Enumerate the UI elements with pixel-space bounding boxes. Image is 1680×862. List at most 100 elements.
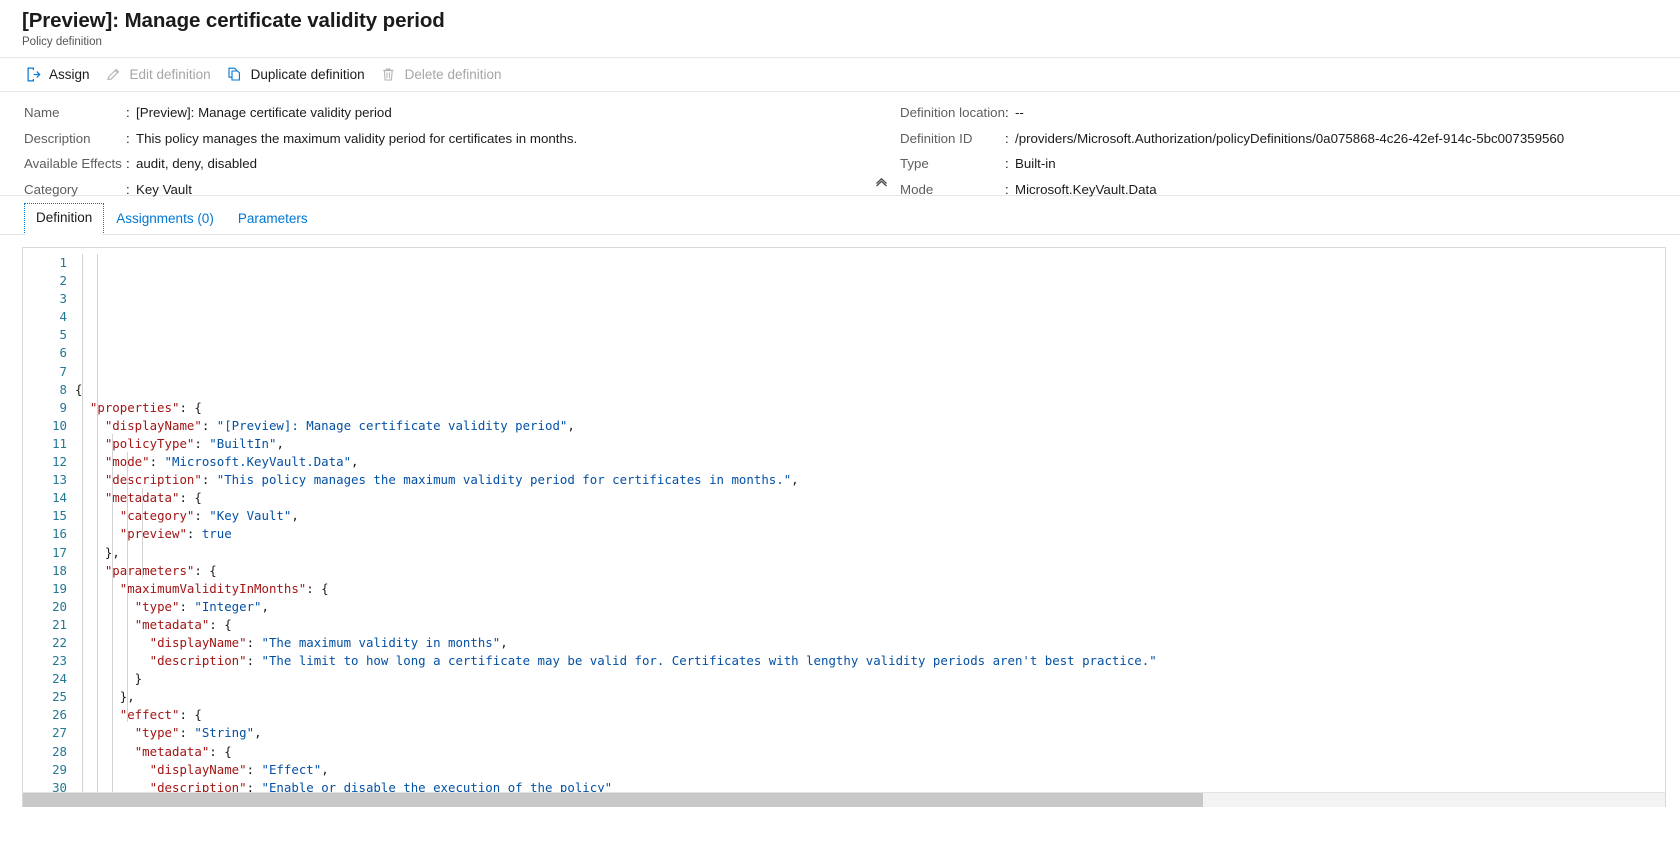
editor-line-number: 12 [52,454,67,470]
essentials-right-column: Definition location : -- Definition ID :… [900,103,1680,205]
editor-scrollbar-thumb[interactable] [23,793,1203,807]
tab-assignments[interactable]: Assignments (0) [104,204,226,235]
code-token: , [276,435,284,451]
editor-code-line[interactable]: "metadata": { [75,489,1665,507]
page-header: [Preview]: Manage certificate validity p… [0,0,1680,58]
duplicate-icon [226,66,244,84]
code-token: "preview" [119,526,187,542]
duplicate-definition-button[interactable]: Duplicate definition [222,58,376,91]
editor-line-number: 22 [52,634,67,650]
editor-code-line[interactable]: "description": "The limit to how long a … [75,652,1665,670]
tab-parameters[interactable]: Parameters [226,204,320,235]
code-token: "Microsoft.KeyVault.Data" [164,454,352,470]
code-token: "Key Vault" [209,508,292,524]
essentials-key-definition-id: Definition ID [900,130,973,146]
editor-code-line[interactable]: "effect": { [75,706,1665,724]
editor-code-line[interactable]: "displayName": "[Preview]: Manage certif… [75,417,1665,435]
editor-horizontal-scrollbar[interactable] [23,792,1665,807]
editor-code-line[interactable]: "description": "This policy manages the … [75,471,1665,489]
code-token: , [791,472,799,488]
tab-parameters-label: Parameters [237,211,308,226]
editor-code-line[interactable]: }, [75,688,1665,706]
editor-code-line[interactable]: "displayName": "The maximum validity in … [75,634,1665,652]
duplicate-definition-button-label: Duplicate definition [250,66,365,82]
editor-code-line[interactable]: "mode": "Microsoft.KeyVault.Data", [75,453,1665,471]
code-token: "parameters" [104,562,195,578]
editor-code-line[interactable]: "preview": true [75,525,1665,543]
essentials-key-type: Type [900,156,929,171]
pencil-icon [105,66,123,84]
code-token: , [351,454,359,470]
editor-line-number: 17 [52,544,67,560]
editor-line-number: 7 [59,363,67,379]
editor-line-number: 28 [52,743,67,759]
editor-code-line[interactable]: "metadata": { [75,743,1665,761]
editor-line-number: 13 [52,472,67,488]
essentials-row-type: Type : Built-in [900,154,1680,180]
editor-line-number: 26 [52,707,67,723]
editor-code-area[interactable]: { "properties": { "displayName": "[Previ… [75,248,1665,807]
essentials-left-column: Name : [Preview]: Manage certificate val… [0,103,900,205]
code-token: , [321,761,329,777]
trash-icon [380,66,398,84]
editor-line-number: 8 [59,381,67,397]
editor-code-line[interactable]: { [75,381,1665,399]
code-token: : [201,417,217,433]
editor-line-number: 19 [52,580,67,596]
editor-line-number: 25 [52,689,67,705]
editor-line-number: 5 [59,327,67,343]
code-token: "description" [104,472,202,488]
essentials-colon: : [1005,156,1009,171]
essentials-collapse-button[interactable] [872,175,890,191]
editor-code-line[interactable]: "type": "Integer", [75,598,1665,616]
edit-definition-button-label: Edit definition [129,66,211,82]
code-token: : { [194,562,217,578]
code-token: "The limit to how long a certificate may… [261,653,1157,669]
assign-button[interactable]: Assign [20,58,101,91]
editor-code-line[interactable]: "category": "Key Vault", [75,507,1665,525]
edit-definition-button[interactable]: Edit definition [101,58,222,91]
tab-definition[interactable]: Definition [24,203,105,235]
editor-code-line[interactable]: } [75,670,1665,688]
tab-definition-label: Definition [36,210,93,225]
essentials-key-description: Description [24,130,91,146]
essentials-colon: : [126,105,130,120]
code-token: , [567,417,575,433]
essentials-value-type: Built-in [1015,156,1056,171]
editor-code-line[interactable]: "policyType": "BuiltIn", [75,435,1665,453]
editor-code-line[interactable]: }, [75,544,1665,562]
editor-code-line[interactable]: "metadata": { [75,616,1665,634]
code-token: "description" [149,653,247,669]
code-token: : [194,508,210,524]
code-token: "metadata" [134,616,210,632]
command-bar: Assign Edit definition Duplicate definit… [0,58,1680,92]
code-token: : [194,435,210,451]
essentials-row-definition-id: Definition ID : /providers/Microsoft.Aut… [900,129,1680,155]
code-token: , [261,598,269,614]
editor-line-number: 14 [52,490,67,506]
editor-code-line[interactable]: "maximumValidityInMonths": { [75,580,1665,598]
editor-code-line[interactable]: "type": "String", [75,724,1665,742]
code-token: : { [209,616,232,632]
editor-code-line[interactable]: "parameters": { [75,562,1665,580]
policy-json-editor[interactable]: 1 2 3 4 5 6 7 8 9 10 11 12 13 14 15 16 17 18 19 20 21 22 23 24 2… [22,247,1666,807]
delete-definition-button[interactable]: Delete definition [376,58,513,91]
tab-assignments-label: Assignments (0) [116,211,214,226]
editor-line-numbers: 1 2 3 4 5 6 7 8 9 10 11 12 13 14 15 16 17 18 19 20 21 22 23 24 2… [23,248,75,807]
essentials-key-available-effects: Available Effects [24,156,122,171]
editor-line-number: 16 [52,526,67,542]
editor-code-line[interactable]: "displayName": "Effect", [75,761,1665,779]
editor-line-number: 3 [59,291,67,307]
editor-code-line[interactable]: "properties": { [75,399,1665,417]
indent-guide [97,254,98,794]
code-token: : { [306,580,329,596]
code-token: "category" [119,508,195,524]
code-token: "[Preview]: Manage certificate validity … [216,417,568,433]
code-token: true [201,526,232,542]
essentials-colon: : [126,130,130,146]
